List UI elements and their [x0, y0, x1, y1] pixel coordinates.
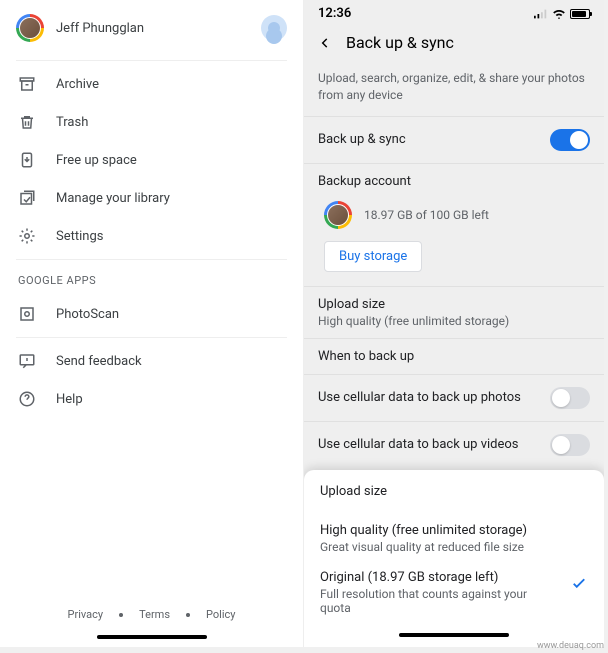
free-up-space-icon: [18, 151, 36, 169]
menu-label: Archive: [56, 77, 99, 92]
row-when-to-back-up[interactable]: When to back up: [304, 338, 604, 374]
sheet-title: Upload size: [320, 484, 588, 499]
sheet-option-high-quality[interactable]: High quality (free unlimited storage) Gr…: [320, 515, 588, 562]
battery-icon: [570, 9, 590, 19]
section-label-google-apps: GOOGLE APPS: [0, 264, 303, 295]
archive-icon: [18, 75, 36, 93]
divider: [16, 337, 287, 338]
setting-label: Use cellular data to back up videos: [318, 437, 519, 452]
setting-label: Back up & sync: [318, 132, 406, 147]
checkmark-icon: [570, 574, 588, 592]
setting-label: When to back up: [318, 349, 590, 364]
upload-size-sheet: Upload size High quality (free unlimited…: [304, 470, 604, 647]
dot-icon: [186, 613, 190, 617]
storage-text: 18.97 GB of 100 GB left: [364, 208, 489, 222]
page-title: Back up & sync: [346, 33, 454, 52]
footer-privacy[interactable]: Privacy: [68, 608, 104, 621]
back-icon[interactable]: [318, 36, 332, 50]
setting-label: Use cellular data to back up photos: [318, 390, 521, 405]
avatar: [16, 14, 44, 42]
drawer-panel: Jeff Phungglan Archive Trash Free up spa…: [0, 0, 304, 647]
toggle-backup-sync[interactable]: [550, 129, 590, 151]
menu-send-feedback[interactable]: Send feedback: [0, 342, 303, 380]
menu-label: Trash: [56, 115, 88, 130]
menu-trash[interactable]: Trash: [0, 103, 303, 141]
page-description: Upload, search, organize, edit, & share …: [304, 66, 604, 116]
footer-policy[interactable]: Policy: [206, 608, 235, 621]
backup-account-row[interactable]: 18.97 GB of 100 GB left: [318, 201, 590, 229]
footer-links: Privacy Terms Policy: [0, 590, 303, 635]
home-indicator[interactable]: [97, 635, 207, 639]
avatar: [324, 201, 352, 229]
profile-name: Jeff Phungglan: [56, 21, 249, 36]
menu-label: Send feedback: [56, 354, 142, 369]
home-indicator[interactable]: [399, 633, 509, 637]
menu-label: PhotoScan: [56, 307, 119, 322]
menu-google-apps: PhotoScan: [0, 295, 303, 333]
nav-header: Back up & sync: [304, 25, 604, 66]
row-backup-sync[interactable]: Back up & sync: [304, 116, 604, 163]
menu-label: Free up space: [56, 153, 137, 168]
row-cellular-videos[interactable]: Use cellular data to back up videos: [304, 421, 604, 468]
gear-icon: [18, 227, 36, 245]
menu-free-up-space[interactable]: Free up space: [0, 141, 303, 179]
trash-icon: [18, 113, 36, 131]
dot-icon: [119, 613, 123, 617]
menu-primary: Archive Trash Free up space Manage your …: [0, 65, 303, 255]
menu-archive[interactable]: Archive: [0, 65, 303, 103]
menu-manage-library[interactable]: Manage your library: [0, 179, 303, 217]
setting-label: Upload size: [318, 297, 590, 312]
wifi-icon: [552, 9, 566, 19]
option-subtitle: Great visual quality at reduced file siz…: [320, 540, 588, 554]
menu-help[interactable]: Help: [0, 380, 303, 418]
watermark: www.deuaq.com: [537, 641, 604, 651]
option-title: Original (18.97 GB storage left): [320, 570, 560, 585]
toggle-cellular-videos[interactable]: [550, 434, 590, 456]
option-title: High quality (free unlimited storage): [320, 523, 588, 538]
status-time: 12:36: [318, 6, 351, 21]
divider: [16, 259, 287, 260]
backup-account-block: Backup account 18.97 GB of 100 GB left B…: [304, 163, 604, 286]
switch-account-icon[interactable]: [261, 15, 287, 41]
row-upload-size[interactable]: Upload size High quality (free unlimited…: [304, 286, 604, 338]
setting-value: High quality (free unlimited storage): [318, 314, 590, 328]
menu-settings[interactable]: Settings: [0, 217, 303, 255]
status-bar: 12:36: [304, 0, 604, 25]
option-subtitle: Full resolution that counts against your…: [320, 587, 560, 615]
divider: [16, 60, 287, 61]
menu-support: Send feedback Help: [0, 342, 303, 418]
toggle-cellular-photos[interactable]: [550, 387, 590, 409]
backup-account-label: Backup account: [318, 174, 590, 189]
buy-storage-button[interactable]: Buy storage: [324, 241, 422, 272]
menu-photoscan[interactable]: PhotoScan: [0, 295, 303, 333]
footer-terms[interactable]: Terms: [139, 608, 170, 621]
menu-label: Help: [56, 392, 83, 407]
row-cellular-photos[interactable]: Use cellular data to back up photos: [304, 374, 604, 421]
help-icon: [18, 390, 36, 408]
manage-library-icon: [18, 189, 36, 207]
feedback-icon: [18, 352, 36, 370]
profile-row[interactable]: Jeff Phungglan: [0, 0, 303, 56]
photoscan-icon: [18, 305, 36, 323]
cellular-signal-icon: [534, 9, 548, 19]
sheet-option-original[interactable]: Original (18.97 GB storage left) Full re…: [320, 562, 588, 623]
menu-label: Settings: [56, 229, 103, 244]
settings-panel: 12:36 Back up & sync Upload, search, org…: [304, 0, 604, 647]
menu-label: Manage your library: [56, 191, 170, 206]
